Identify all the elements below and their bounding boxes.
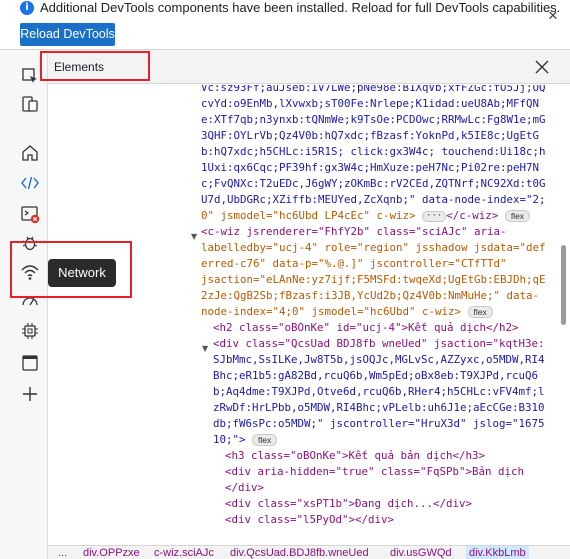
info-icon: i: [20, 1, 34, 15]
dom-line: Vc:sz93Ff;auJseb:IV7LWe;pNe98e:B1XqVb;xf…: [201, 85, 546, 94]
dom-line: cvYd:o9EnMb,lXvwxb;sT00Fe:Nrlepe;K1idad:…: [201, 97, 540, 110]
devtools-infobar: i Additional DevTools components have be…: [0, 0, 570, 50]
elements-code-icon[interactable]: [20, 173, 40, 193]
dom-line: <div aria-hidden="true" class="FqSPb">Bả…: [225, 465, 525, 478]
dom-tree[interactable]: Vc:sz93Ff;auJseb:IV7LWe;pNe98e:B1XqVb;xf…: [48, 85, 558, 545]
dom-line: node-index="4;0" jsmodel="hc6Ubd" c-wiz>…: [201, 304, 493, 320]
ellipsis-badge[interactable]: ···: [422, 210, 447, 222]
dom-line: <h2 class="oBOnKe" id="ucj-4">Kết quả dị…: [213, 321, 519, 334]
activity-bar: [0, 50, 48, 559]
close-icon[interactable]: [531, 56, 553, 78]
dom-line: 10;"> flex: [213, 432, 278, 448]
elements-tab-header: Elements: [48, 50, 570, 84]
dom-line: labelledby="ucj-4" role="region" jsshado…: [201, 241, 546, 254]
dom-line: SJbMmc,SsILKe,Jw8T5b,jsOQJc,MGLvSc,AZZyx…: [213, 353, 545, 366]
breadcrumb-item[interactable]: div.usGWQd: [390, 546, 452, 559]
dom-line: b;Aq4dme:T9XJPd,Otve6d,rcuQ6b,RHer4;h5CH…: [213, 385, 545, 398]
device-emulation-icon[interactable]: [20, 94, 40, 114]
breadcrumb-overflow[interactable]: ...: [58, 546, 67, 559]
dom-text: 0" jsmodel="hc6Ubd LP4cEc" c-wiz>: [201, 209, 416, 222]
breadcrumb-item[interactable]: c-wiz.sciAJc: [154, 546, 214, 559]
welcome-home-icon[interactable]: [20, 143, 40, 163]
memory-chip-icon[interactable]: [20, 321, 40, 341]
close-infobar-icon[interactable]: ✕: [546, 10, 560, 24]
dom-line: <div class="xsPT1b">Đang dịch...</div>: [225, 497, 473, 510]
application-window-icon[interactable]: [20, 353, 40, 373]
performance-icon[interactable]: [20, 291, 40, 311]
dom-line: jsaction="eLAnNe:yz7ijf;F5MSFd:twqeXd;Ug…: [201, 273, 546, 286]
sources-bug-icon[interactable]: [20, 233, 40, 253]
dom-line: 2zJe:QgB2Sb;fBzasf:i3JB,YcUd2b;Qz4V0b:Nm…: [201, 289, 540, 302]
breadcrumb-item-selected[interactable]: div.KkbLmb: [466, 546, 529, 559]
breadcrumb-item[interactable]: div.QcsUad.BDJ8fb.wneUed: [230, 546, 369, 559]
dom-text: 10;">: [213, 433, 246, 446]
dom-line: e:XTf7qb;n3ynxb:tQNmWe;k9TsOe:PCDOwc;RRM…: [201, 113, 546, 126]
flex-badge[interactable]: flex: [504, 210, 531, 222]
infobar-message: Additional DevTools components have been…: [40, 0, 561, 15]
dom-text: node-index="4;0" jsmodel="hc6Ubd" c-wiz>: [201, 305, 462, 318]
vertical-scrollbar[interactable]: [558, 85, 570, 545]
dom-line: c;FvQNXc:T2uEDc,J6gWY;zOKmBc:rV2CEd,ZQTN…: [201, 177, 546, 190]
dom-line: <div class="QcsUad BDJ8fb wneUed" jsacti…: [213, 337, 545, 350]
dom-line: 0" jsmodel="hc6Ubd LP4cEc" c-wiz> ··· </c…: [201, 208, 531, 224]
breadcrumb: ... div.OPPzxe c-wiz.sciAJc div.QcsUad.B…: [48, 545, 570, 559]
scrollbar-thumb[interactable]: [561, 245, 566, 325]
inspect-icon[interactable]: [20, 66, 40, 86]
console-error-icon[interactable]: [20, 204, 40, 224]
dom-line: b:hQ7xdc;h5CHLc:i5R1S; click:gx3W4c; tou…: [201, 145, 546, 158]
dom-line: zRwDf:HrLPbb,o5MDW,RI4Bhc;vPLelb:uh6J1e;…: [213, 401, 545, 414]
dom-line: </div>: [225, 481, 265, 494]
breadcrumb-item[interactable]: div.OPPzxe: [83, 546, 140, 559]
dom-line: 3QHF:OYLrVb;Qz4V0b:hQ7xdc;fBzasf:YoknPd,…: [201, 129, 540, 142]
flex-badge[interactable]: flex: [252, 434, 278, 446]
dom-line: <h3 class="oBOnKe">Kết quả bản dịch</h3>: [225, 449, 486, 462]
add-tool-icon[interactable]: [20, 384, 40, 404]
network-tooltip: Network: [48, 259, 116, 287]
dom-line: U7d,UbDGRc;XZiffb:MEUYed,ZcXqnb;" data-n…: [201, 193, 546, 206]
dom-text: </c-wiz>: [446, 209, 499, 222]
reload-devtools-button[interactable]: Reload DevTools: [20, 23, 115, 46]
dom-line: <div class="l5PyOd"></div>: [225, 513, 395, 526]
flex-badge[interactable]: flex: [467, 306, 493, 318]
dom-line: <c-wiz jsrenderer="FhfY2b" class="sciAJc…: [201, 225, 507, 238]
dom-line: 1Uxi:qx6Cqc;PF39hf:gx3W4c;HmXuze:peH7Nc;…: [201, 161, 540, 174]
expand-triangle-icon[interactable]: ▼: [202, 341, 208, 357]
dom-line: Bhc;eR1b5:gA82Bd,rcuQ6b,Wm5pEd;oBx8eb:T9…: [213, 369, 539, 382]
tab-elements[interactable]: Elements: [54, 60, 104, 74]
dom-line: erred-c76" data-p="%.@.]" jscontroller="…: [201, 257, 507, 270]
network-wifi-icon[interactable]: [20, 262, 40, 282]
expand-triangle-icon[interactable]: ▼: [191, 229, 197, 245]
dom-line: db;fW6sPc:o5MDW;" jscontroller="HruX3d" …: [213, 417, 545, 430]
